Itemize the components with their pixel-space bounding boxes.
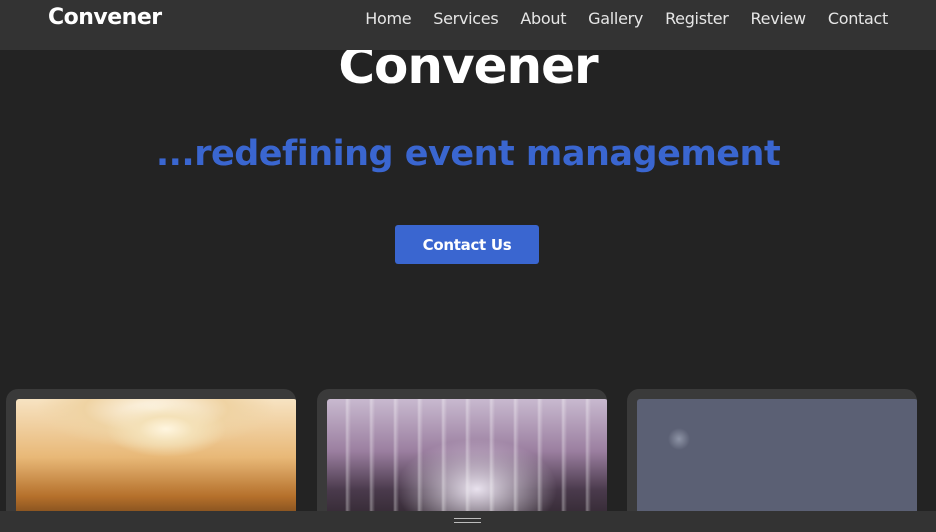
nav-link-home[interactable]: Home: [365, 9, 411, 28]
hero-subtitle: ...redefining event management: [155, 134, 781, 174]
nav-link-review[interactable]: Review: [751, 9, 807, 28]
navbar: Convener Home Services About Gallery Reg…: [0, 0, 936, 50]
banquet-hall-photo: [327, 399, 607, 529]
contact-us-button[interactable]: Contact Us: [395, 225, 539, 264]
gallery-card[interactable]: [6, 389, 296, 529]
gallery-card[interactable]: [317, 389, 607, 529]
nav-link-contact[interactable]: Contact: [828, 9, 888, 28]
gallery-card[interactable]: [627, 389, 917, 529]
nav-links: Home Services About Gallery Register Rev…: [365, 9, 888, 28]
drag-handle-icon[interactable]: [454, 518, 481, 524]
brand-logo[interactable]: Convener: [48, 5, 162, 30]
nav-link-about[interactable]: About: [520, 9, 566, 28]
ballroom-photo: [16, 399, 296, 529]
bottom-bar: [0, 511, 936, 532]
balloon-arch-photo: [637, 399, 917, 529]
nav-link-gallery[interactable]: Gallery: [588, 9, 643, 28]
nav-link-register[interactable]: Register: [665, 9, 729, 28]
nav-link-services[interactable]: Services: [433, 9, 498, 28]
